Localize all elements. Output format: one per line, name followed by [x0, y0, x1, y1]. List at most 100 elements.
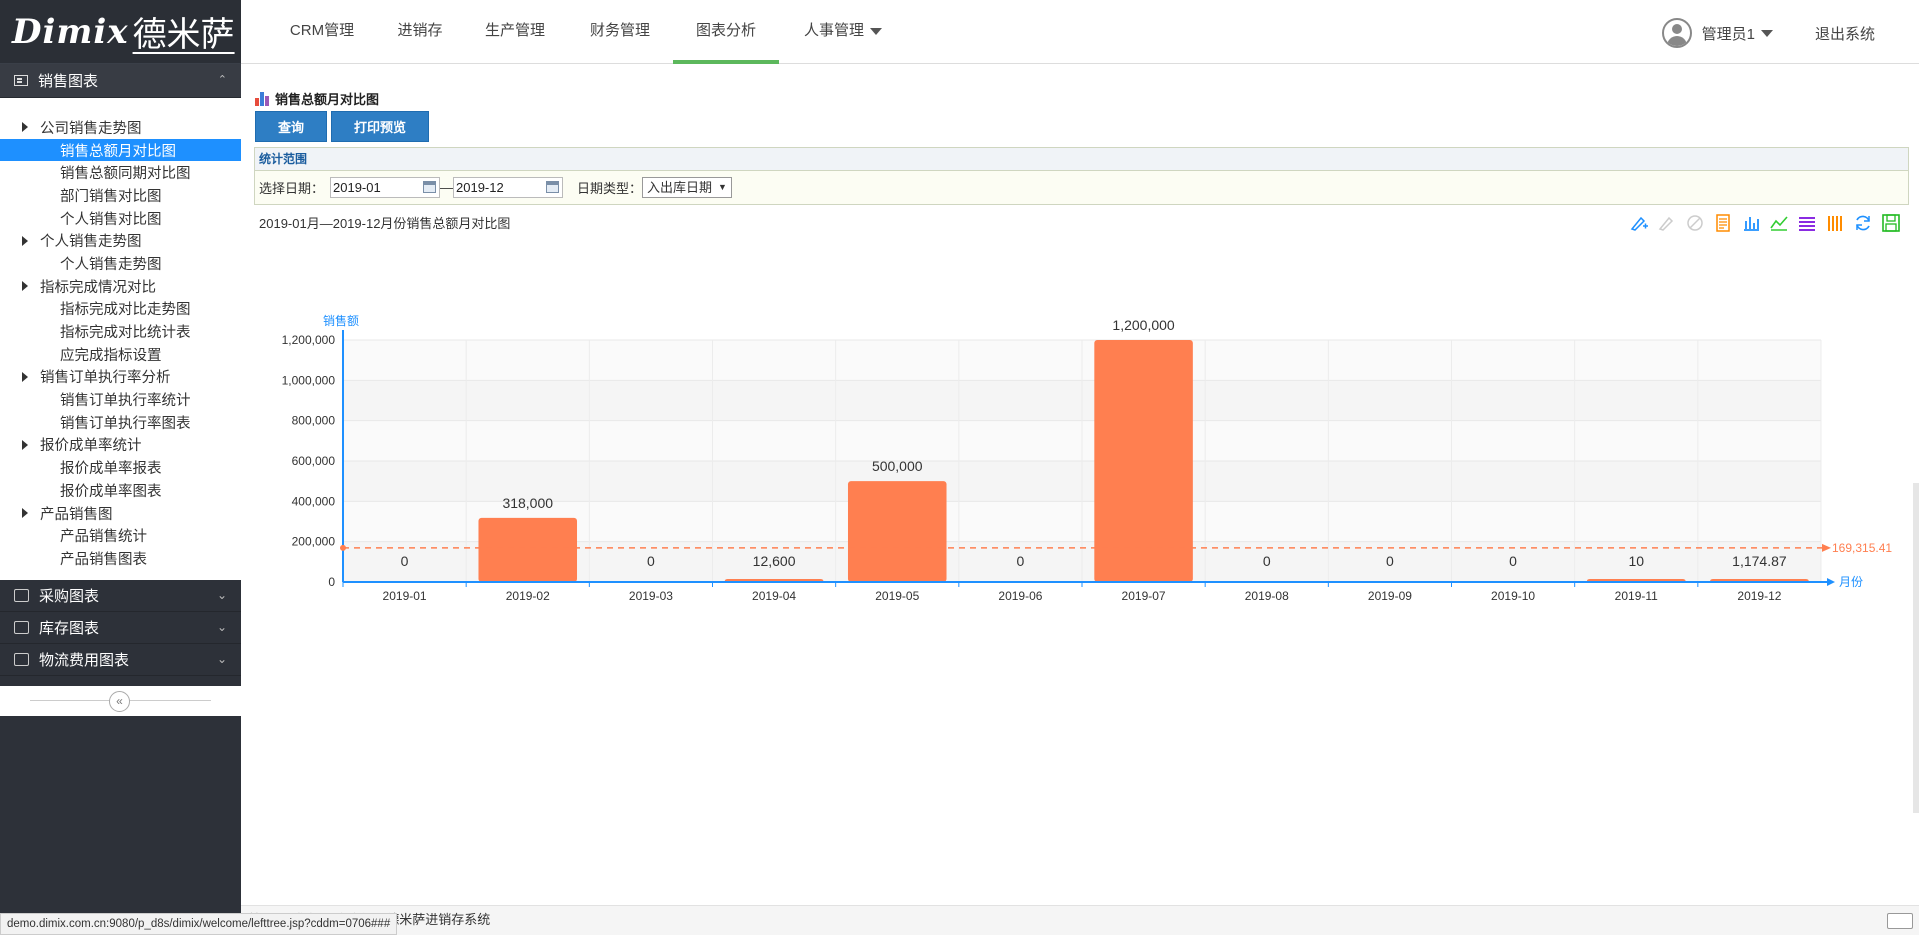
- tree-item-active[interactable]: 销售总额月对比图: [0, 138, 241, 162]
- page-title: 销售总额月对比图: [255, 89, 379, 108]
- y-tick-label: 400,000: [292, 494, 336, 508]
- keyboard-icon: [14, 620, 29, 634]
- average-line-label: 169,315.41: [1832, 541, 1892, 555]
- tree-item[interactable]: 个人销售对比图: [0, 207, 241, 230]
- calendar-icon[interactable]: [546, 181, 560, 193]
- tree-group[interactable]: 销售订单执行率分析: [0, 366, 241, 389]
- dropdown-arrow-icon: ▼: [718, 182, 727, 192]
- tree-group[interactable]: 个人销售走势图: [0, 229, 241, 252]
- tree-item[interactable]: 销售订单执行率统计: [0, 388, 241, 411]
- tree-item-label: 报价成单率报表: [60, 461, 162, 478]
- tree-item-label: 产品销售图表: [60, 551, 147, 568]
- save-image-icon[interactable]: [1881, 213, 1901, 233]
- tree-item[interactable]: 应完成指标设置: [0, 343, 241, 366]
- calendar-icon[interactable]: [423, 181, 437, 193]
- date-type-label: 日期类型：: [577, 181, 643, 196]
- data-label: 0: [647, 553, 655, 569]
- date-type-select[interactable]: 入出库日期 ▼: [642, 177, 732, 198]
- collapse-sidebar-button[interactable]: «: [109, 690, 130, 712]
- logo-cn: 德米萨: [132, 15, 235, 55]
- print-preview-button[interactable]: 打印预览: [331, 111, 430, 142]
- chart-subtitle: 2019-01月—2019-12月份销售总额月对比图: [259, 216, 511, 231]
- filter-panel: 统计范围 选择日期： 2019-01 — 2019-12 日期类型： 入出库日期…: [254, 147, 1909, 205]
- tree-item-label: 报价成单率统计: [40, 438, 142, 455]
- date-to-field[interactable]: 2019-12: [453, 177, 564, 198]
- tree-group[interactable]: 产品销售图: [0, 502, 241, 525]
- chart-toolbox: [1621, 213, 1901, 233]
- line-chart-icon[interactable]: [1769, 213, 1789, 233]
- tiled-icon[interactable]: [1825, 213, 1845, 233]
- tree-item[interactable]: 销售总额同期对比图: [0, 161, 241, 184]
- caret-down-icon[interactable]: [1760, 29, 1773, 37]
- chevron-up-icon: ⌃: [217, 74, 227, 86]
- date-from-field[interactable]: 2019-01: [330, 177, 441, 198]
- tree-item[interactable]: 产品销售图表: [0, 547, 241, 570]
- button-bar: 查询 打印预览: [255, 111, 433, 142]
- data-view-icon[interactable]: [1713, 213, 1733, 233]
- tree-item[interactable]: 部门销售对比图: [0, 184, 241, 207]
- data-label: 10: [1628, 553, 1644, 569]
- data-label: 1,200,000: [1112, 317, 1174, 333]
- bar-chart-icon[interactable]: [1741, 213, 1761, 233]
- mark-clear-icon[interactable]: [1685, 213, 1705, 233]
- avatar[interactable]: [1661, 18, 1692, 48]
- date-from-value: 2019-01: [333, 180, 381, 195]
- x-tick-label: 2019-01: [383, 589, 427, 603]
- sidebar: Dimix 德米萨 销售图表 ⌃ 公司销售走势图 销售总额月对比图 销售总额同期对比…: [0, 0, 241, 935]
- nav-item-inventory[interactable]: 进销存: [382, 0, 458, 64]
- tree-item-label: 部门销售对比图: [60, 188, 162, 205]
- x-tick-label: 2019-09: [1368, 589, 1412, 603]
- tree-item-label: 销售订单执行率图表: [60, 415, 191, 432]
- chevron-double-down-icon: ⌄: [216, 587, 227, 602]
- tree-group[interactable]: 报价成单率统计: [0, 434, 241, 457]
- y-tick-label: 0: [328, 575, 335, 589]
- tree-item[interactable]: 报价成单率报表: [0, 456, 241, 479]
- logout-link[interactable]: 退出系统: [1815, 23, 1875, 44]
- mark-icon[interactable]: [1629, 213, 1649, 233]
- nav-item-production[interactable]: 生产管理: [470, 0, 560, 64]
- sidebar-section-logistics-charts[interactable]: 物流费用图表 ⌄: [0, 643, 241, 676]
- tree-item[interactable]: 指标完成对比统计表: [0, 320, 241, 343]
- mark-undo-icon[interactable]: [1657, 213, 1677, 233]
- sidebar-collapse-bar: «: [0, 685, 241, 716]
- query-button[interactable]: 查询: [255, 111, 328, 142]
- y-tick-label: 1,000,000: [282, 373, 336, 387]
- tree-item-label: 销售总额月对比图: [60, 143, 176, 160]
- nav-item-crm[interactable]: CRM管理: [277, 0, 367, 64]
- y-tick-label: 1,200,000: [282, 333, 336, 347]
- sidebar-section-sales-charts[interactable]: 销售图表 ⌃: [0, 64, 241, 98]
- nav-item-hr[interactable]: 人事管理: [791, 0, 895, 64]
- tree-item[interactable]: 个人销售走势图: [0, 252, 241, 275]
- data-label: 318,000: [502, 495, 553, 511]
- top-navigation: CRM管理 进销存 生产管理 财务管理 图表分析 人事管理 管理员1 退出系统: [241, 0, 1919, 64]
- stack-icon[interactable]: [1797, 213, 1817, 233]
- tree-item-label: 指标完成情况对比: [40, 279, 156, 296]
- x-tick-label: 2019-07: [1122, 589, 1166, 603]
- tree-item[interactable]: 报价成单率图表: [0, 479, 241, 502]
- caret-down-icon: [870, 27, 882, 35]
- user-name[interactable]: 管理员1: [1702, 23, 1755, 44]
- sidebar-section-inventory-charts[interactable]: 库存图表 ⌄: [0, 611, 241, 644]
- sidebar-section-label: 物流费用图表: [39, 651, 130, 669]
- tree-item[interactable]: 指标完成对比走势图: [0, 298, 241, 321]
- x-axis-arrow: [1827, 578, 1835, 586]
- tree-item[interactable]: 销售订单执行率图表: [0, 411, 241, 434]
- status-url: demo.dimix.com.cn:9080/p_d8s/dimix/welco…: [0, 913, 398, 935]
- tree-item[interactable]: 产品销售统计: [0, 524, 241, 547]
- refresh-icon[interactable]: [1853, 213, 1873, 233]
- nav-item-chart-analysis[interactable]: 图表分析: [673, 0, 779, 64]
- caret-right-icon: [22, 235, 28, 246]
- sidebar-section-label: 销售图表: [38, 73, 99, 90]
- nav-item-finance[interactable]: 财务管理: [575, 0, 665, 64]
- back-arrow-icon[interactable]: [1887, 913, 1913, 929]
- scrollbar[interactable]: [1913, 483, 1919, 813]
- caret-right-icon: [22, 122, 28, 133]
- tree-group[interactable]: 公司销售走势图: [0, 116, 241, 139]
- sidebar-section-purchase-charts[interactable]: 采购图表 ⌄: [0, 579, 241, 612]
- user-area: 管理员1 退出系统: [1661, 18, 1875, 48]
- tree-group[interactable]: 指标完成情况对比: [0, 275, 241, 298]
- x-tick-label: 2019-08: [1245, 589, 1289, 603]
- y-axis-title: 销售额: [323, 313, 359, 328]
- list-icon: [14, 75, 28, 86]
- tree-item-label: 指标完成对比走势图: [60, 302, 191, 319]
